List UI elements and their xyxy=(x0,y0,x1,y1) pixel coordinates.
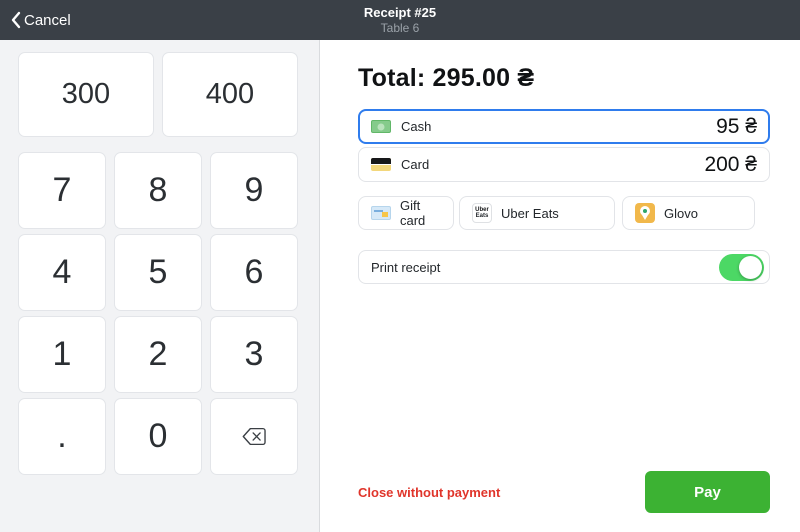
key-3[interactable]: 3 xyxy=(210,316,298,393)
uber-eats-logo-icon: Uber Eats xyxy=(472,203,492,223)
glovo-logo-icon xyxy=(635,203,655,223)
toggle-knob xyxy=(739,255,762,279)
numpad-panel: 300 400 7 8 9 4 5 6 1 2 3 . 0 xyxy=(0,40,320,532)
print-receipt-row: Print receipt xyxy=(358,250,770,284)
key-5[interactable]: 5 xyxy=(114,234,202,311)
total-amount: Total: 295.00 ₴ xyxy=(358,64,535,92)
cash-label: Cash xyxy=(401,119,432,134)
card-label: Card xyxy=(401,157,430,172)
numpad-keys: 7 8 9 4 5 6 1 2 3 . 0 xyxy=(18,152,298,475)
key-2[interactable]: 2 xyxy=(114,316,202,393)
gift-card-icon xyxy=(371,206,391,220)
glovo-button[interactable]: Glovo xyxy=(622,196,755,230)
uber-logo-text-bottom: Eats xyxy=(475,213,489,219)
key-7[interactable]: 7 xyxy=(18,152,106,229)
gift-card-button[interactable]: Gift card xyxy=(358,196,454,230)
uber-eats-label: Uber Eats xyxy=(501,205,559,221)
footer-actions: Close without payment Pay xyxy=(358,471,770,513)
receipt-title-block: Receipt #25 Table 6 xyxy=(364,6,436,34)
quick-amounts-row: 300 400 xyxy=(18,52,298,137)
cash-banknote-icon xyxy=(371,120,391,133)
print-receipt-label: Print receipt xyxy=(371,259,441,275)
top-bar: Cancel Receipt #25 Table 6 xyxy=(0,0,800,40)
cancel-button[interactable]: Cancel xyxy=(10,0,71,40)
key-6[interactable]: 6 xyxy=(210,234,298,311)
key-4[interactable]: 4 xyxy=(18,234,106,311)
key-decimal[interactable]: . xyxy=(18,398,106,475)
uber-eats-button[interactable]: Uber Eats Uber Eats xyxy=(459,196,615,230)
close-without-payment-link[interactable]: Close without payment xyxy=(358,485,500,500)
quick-amount-400[interactable]: 400 xyxy=(162,52,298,137)
payment-method-card[interactable]: Card 200 ₴ xyxy=(358,147,770,182)
receipt-title: Receipt #25 xyxy=(363,5,437,20)
key-0[interactable]: 0 xyxy=(114,398,202,475)
backspace-left-icon xyxy=(242,427,266,446)
key-1[interactable]: 1 xyxy=(18,316,106,393)
back-chevron-icon xyxy=(11,11,21,29)
credit-card-icon xyxy=(371,158,391,171)
backspace-key[interactable] xyxy=(210,398,298,475)
cancel-label: Cancel xyxy=(24,11,71,29)
key-9[interactable]: 9 xyxy=(210,152,298,229)
key-8[interactable]: 8 xyxy=(114,152,202,229)
quick-amount-300[interactable]: 300 xyxy=(18,52,154,137)
payment-method-cash[interactable]: Cash 95 ₴ xyxy=(358,109,770,144)
cash-amount: 95 ₴ xyxy=(716,114,757,138)
gift-card-label: Gift card xyxy=(400,198,426,228)
table-subtitle: Table 6 xyxy=(380,21,420,35)
print-receipt-toggle[interactable] xyxy=(719,253,764,281)
pay-button[interactable]: Pay xyxy=(645,471,770,513)
glovo-label: Glovo xyxy=(664,205,698,221)
card-amount: 200 ₴ xyxy=(704,152,757,176)
pos-payment-screen: Cancel Receipt #25 Table 6 300 400 7 8 9… xyxy=(0,0,800,532)
payment-panel: Total: 295.00 ₴ Cash 95 ₴ Card 200 ₴ Gif… xyxy=(320,40,800,532)
alt-payment-methods-row: Gift card Uber Eats Uber Eats Glovo xyxy=(358,196,770,230)
